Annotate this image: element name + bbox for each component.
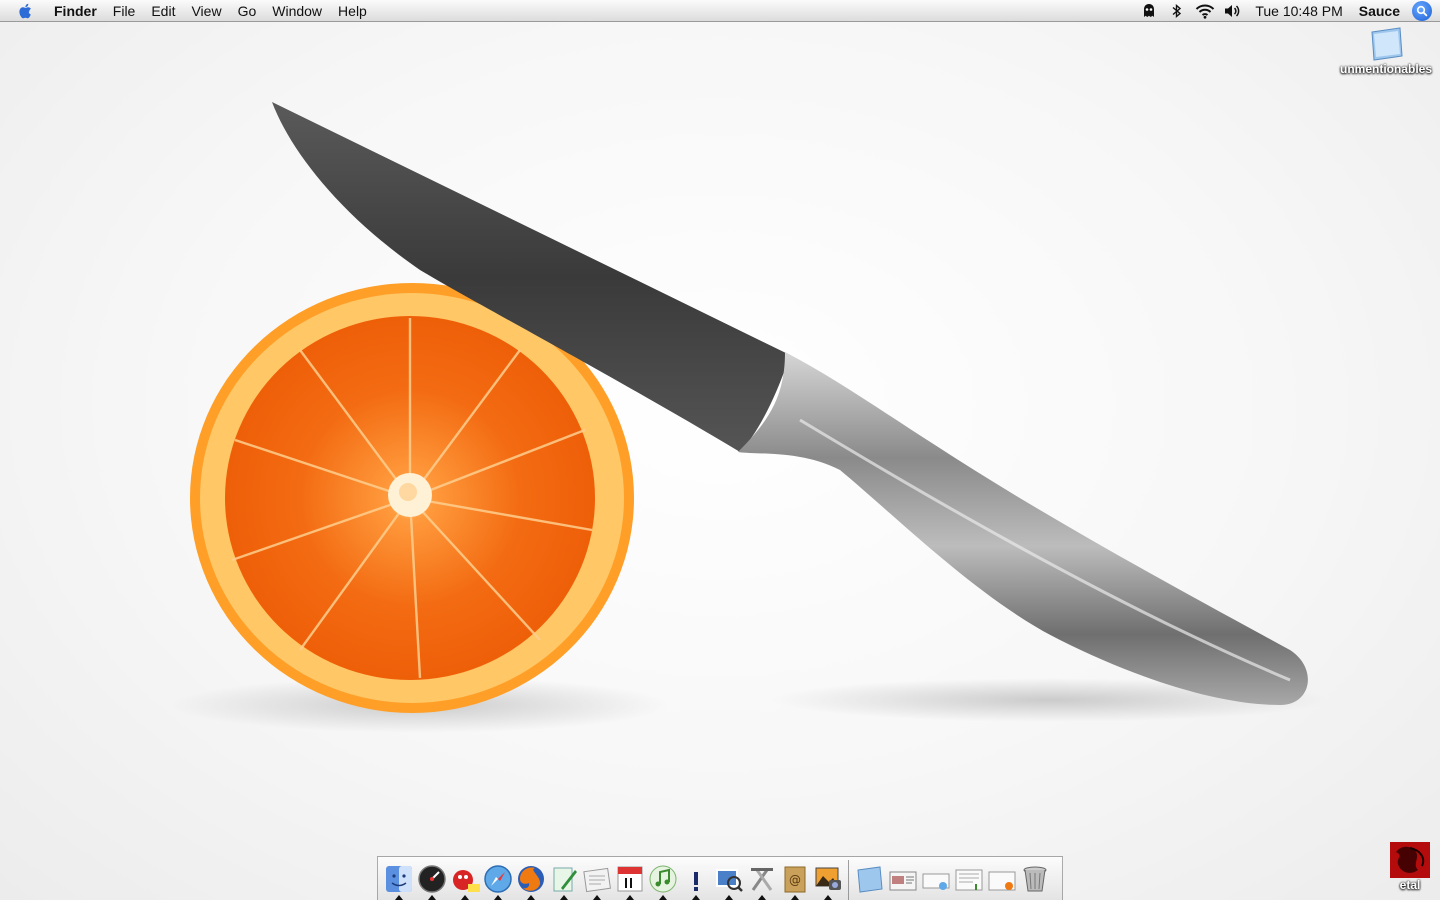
ghost-icon[interactable]	[1138, 0, 1160, 22]
itunes-icon	[649, 865, 676, 893]
minimized-window-icon	[988, 871, 1015, 891]
dock-item-minimized-window-2[interactable]	[919, 860, 952, 900]
running-indicator	[427, 895, 436, 900]
dock-item-ical[interactable]	[613, 860, 646, 900]
dock-item-dashboard[interactable]	[415, 860, 448, 900]
dock-item-textedit[interactable]	[547, 860, 580, 900]
address-book-icon: @	[784, 866, 805, 893]
dock: @	[377, 856, 1063, 900]
dock-item-exclamation[interactable]	[679, 860, 712, 900]
running-indicator	[526, 895, 535, 900]
running-indicator	[757, 895, 766, 900]
svg-text:@: @	[789, 873, 801, 887]
running-indicator	[460, 895, 469, 900]
finder-icon	[385, 866, 412, 892]
menu-clock[interactable]: Tue 10:48 PM	[1247, 3, 1350, 19]
stickies-icon	[582, 867, 611, 893]
utilities-icon	[750, 868, 773, 891]
image-thumbnail-icon	[1390, 842, 1430, 878]
textedit-icon	[553, 867, 577, 892]
desktop-icon-label: etal	[1399, 878, 1421, 892]
minimized-window-icon	[922, 873, 949, 890]
desktop-icon-label: unmentionables	[1339, 62, 1432, 76]
ical-icon	[617, 866, 642, 892]
dock-item-itunes[interactable]	[646, 860, 679, 900]
iphoto-icon	[815, 867, 841, 890]
spotlight-icon[interactable]	[1412, 0, 1432, 21]
running-indicator	[724, 895, 733, 900]
dock-item-utilities[interactable]	[745, 860, 778, 900]
menu-file[interactable]: File	[105, 0, 144, 22]
dock-item-finder[interactable]	[382, 860, 415, 900]
dashboard-icon	[417, 865, 446, 893]
dock-item-minimized-window-3[interactable]	[952, 860, 985, 900]
running-indicator	[790, 895, 799, 900]
bluetooth-icon[interactable]	[1166, 0, 1188, 22]
dock-item-adium[interactable]	[448, 860, 481, 900]
volume-icon[interactable]	[1222, 0, 1244, 22]
preview-icon	[715, 869, 743, 892]
dock-item-firefox[interactable]	[514, 860, 547, 900]
dock-item-safari[interactable]	[481, 860, 514, 900]
running-indicator	[823, 895, 832, 900]
dock-item-preview[interactable]	[712, 860, 745, 900]
minimized-window-icon	[955, 869, 982, 891]
trash-icon	[1023, 866, 1046, 892]
desktop-wallpaper	[170, 102, 1330, 733]
running-indicator	[625, 895, 634, 900]
dock-separator	[848, 860, 849, 900]
menu-edit[interactable]: Edit	[143, 0, 183, 22]
menu-finder[interactable]: Finder	[46, 0, 105, 22]
folder-icon	[1371, 27, 1403, 61]
firefox-icon	[517, 866, 544, 892]
running-indicator	[691, 895, 700, 900]
adium-icon	[452, 870, 480, 892]
menu-view[interactable]: View	[183, 0, 229, 22]
folder-icon	[856, 866, 883, 893]
dock-item-iphoto[interactable]	[811, 860, 844, 900]
desktop-icon-etal[interactable]: etal	[1380, 842, 1440, 892]
dock-item-minimized-window-4[interactable]	[985, 860, 1018, 900]
minimized-window-icon	[889, 871, 916, 891]
running-indicator	[658, 895, 667, 900]
dock-item-address-book[interactable]: @	[778, 860, 811, 900]
menu-window[interactable]: Window	[264, 0, 330, 22]
safari-icon	[483, 865, 512, 893]
menu-go[interactable]: Go	[230, 0, 265, 22]
menu-help[interactable]: Help	[330, 0, 375, 22]
running-indicator	[559, 895, 568, 900]
dock-item-minimized-window-1[interactable]	[886, 860, 919, 900]
desktop-icon-unmentionables[interactable]: unmentionables	[1336, 26, 1436, 76]
dock-item-trash[interactable]	[1018, 860, 1051, 900]
dock-item-folder[interactable]	[853, 860, 886, 900]
running-indicator	[493, 895, 502, 900]
menu-user[interactable]: Sauce	[1351, 3, 1408, 19]
menu-extras: Tue 10:48 PM Sauce	[1135, 0, 1440, 22]
running-indicator	[394, 895, 403, 900]
menu-bar: Finder File Edit View Go Window Help Tue…	[0, 0, 1440, 22]
wifi-icon[interactable]	[1194, 0, 1216, 22]
exclamation-icon	[693, 872, 698, 891]
dock-item-stickies[interactable]	[580, 860, 613, 900]
running-indicator	[592, 895, 601, 900]
apple-icon[interactable]	[16, 1, 36, 21]
